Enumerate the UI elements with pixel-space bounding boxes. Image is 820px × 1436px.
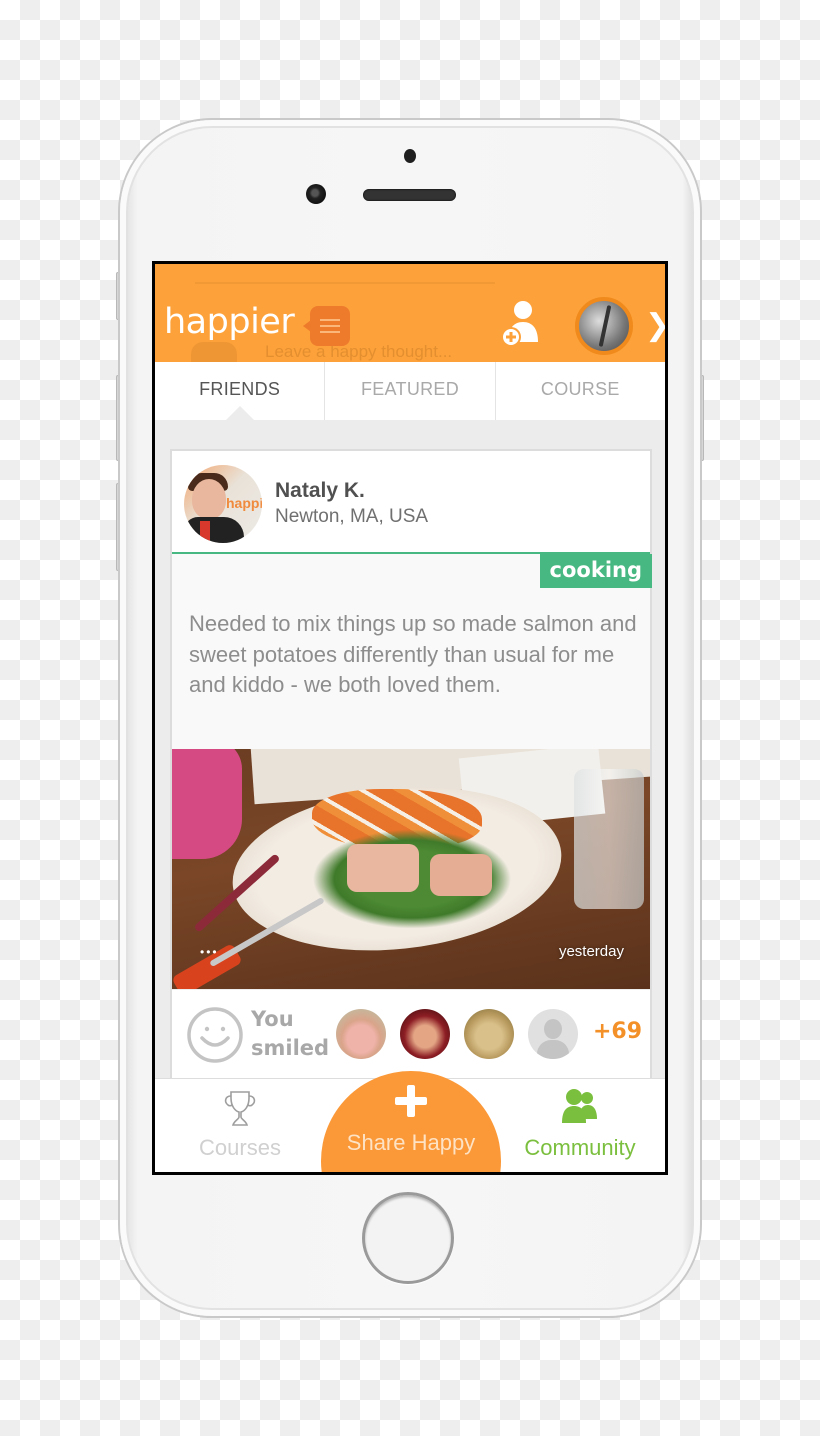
add-friend-icon bbox=[501, 301, 538, 347]
post-text: Needed to mix things up so made salmon a… bbox=[189, 611, 637, 697]
category-tag[interactable]: cooking bbox=[539, 554, 652, 588]
share-happy-label: Share Happy bbox=[346, 1130, 476, 1155]
post-photo[interactable]: ••• yesterday bbox=[172, 749, 650, 989]
smile-status: You smiled bbox=[251, 1007, 330, 1060]
nav-community[interactable]: Community bbox=[495, 1079, 665, 1172]
liker-avatar[interactable] bbox=[464, 1009, 514, 1059]
trophy-icon bbox=[224, 1091, 256, 1126]
home-button[interactable] bbox=[362, 1192, 454, 1284]
app-logo: happier bbox=[164, 302, 295, 342]
nav-courses[interactable]: Courses bbox=[155, 1079, 325, 1172]
tab-course[interactable]: COURSE bbox=[494, 362, 665, 420]
tab-friends[interactable]: FRIENDS bbox=[155, 362, 324, 420]
earpiece-speaker bbox=[363, 189, 456, 201]
post-timestamp: yesterday bbox=[558, 943, 624, 960]
more-options-icon[interactable]: ••• bbox=[200, 945, 219, 959]
profile-avatar[interactable] bbox=[575, 297, 633, 355]
add-friend-button[interactable] bbox=[500, 300, 540, 348]
app-header: Leave a happy thought... happier bbox=[155, 264, 665, 362]
tab-featured[interactable]: FEATURED bbox=[324, 362, 494, 420]
share-happy-button[interactable]: Share Happy bbox=[321, 1079, 501, 1172]
post-author-header: happi Nataly K. Newton, MA, USA bbox=[172, 451, 650, 554]
power-button bbox=[700, 375, 704, 461]
more-likers-count[interactable]: +69 bbox=[593, 1019, 642, 1044]
nav-courses-label: Courses bbox=[199, 1135, 281, 1160]
phone-screen: Leave a happy thought... happier FRIENDS… bbox=[152, 261, 668, 1175]
nav-community-label: Community bbox=[524, 1135, 636, 1160]
author-avatar[interactable]: happi bbox=[184, 465, 262, 543]
smile-icon[interactable] bbox=[186, 1006, 244, 1064]
front-camera bbox=[306, 184, 326, 204]
bottom-nav: Courses Share Happy Community bbox=[155, 1071, 665, 1172]
feed-tabs: FRIENDS FEATURED COURSE bbox=[155, 362, 665, 420]
liker-avatar[interactable] bbox=[400, 1009, 450, 1059]
post-card: happi Nataly K. Newton, MA, USA cooking … bbox=[170, 449, 652, 1089]
author-name[interactable]: Nataly K. bbox=[275, 479, 365, 503]
plus-icon bbox=[395, 1085, 427, 1117]
ghost-status-line bbox=[195, 282, 495, 284]
ghost-compose-avatar bbox=[191, 342, 237, 362]
liker-avatar[interactable] bbox=[336, 1009, 386, 1059]
compose-placeholder-ghost: Leave a happy thought... bbox=[265, 342, 453, 361]
author-location: Newton, MA, USA bbox=[275, 506, 429, 527]
liker-avatar-placeholder[interactable] bbox=[528, 1009, 578, 1059]
community-icon bbox=[562, 1089, 597, 1123]
chevron-right-icon[interactable]: ❯ bbox=[645, 308, 665, 343]
menu-button[interactable] bbox=[303, 306, 350, 346]
proximity-sensor bbox=[404, 149, 416, 163]
